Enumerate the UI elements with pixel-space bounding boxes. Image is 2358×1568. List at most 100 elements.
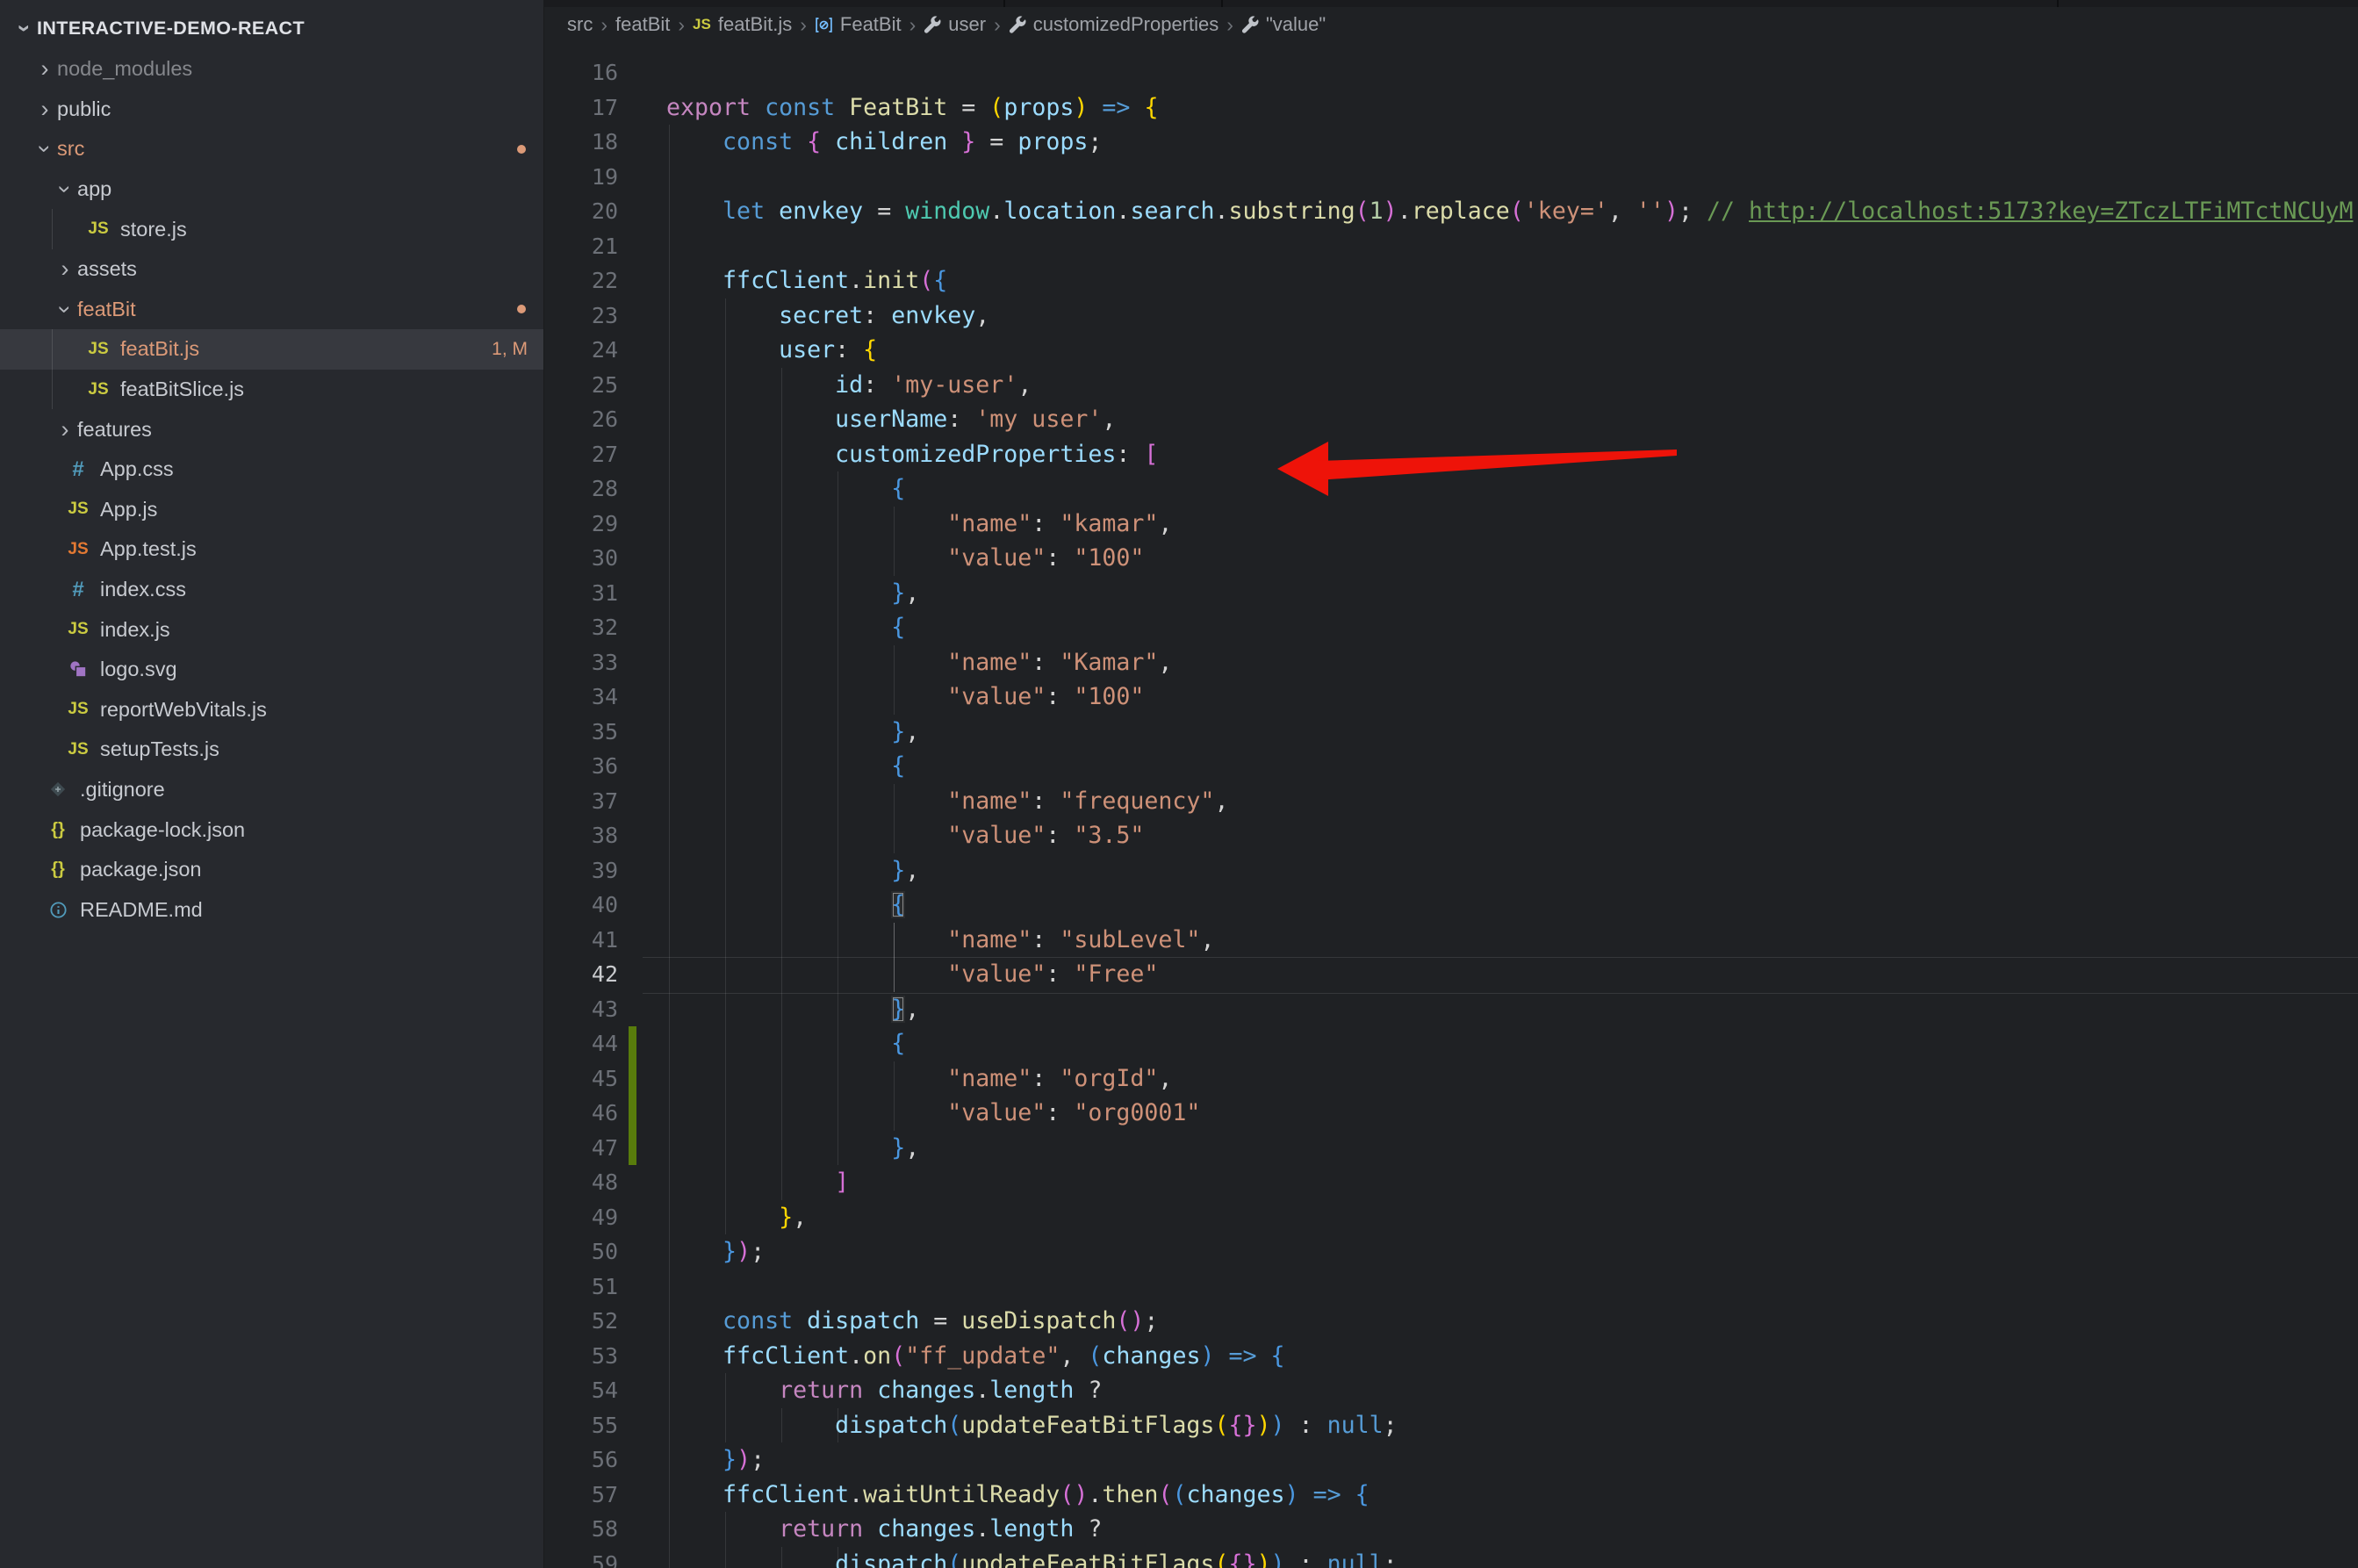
line-number[interactable]: 28 <box>544 471 618 507</box>
line-number[interactable]: 16 <box>544 55 618 90</box>
code-line-43[interactable]: 43 }, <box>544 992 2358 1027</box>
code-line-48[interactable]: 48 ] <box>544 1165 2358 1200</box>
code-line-54[interactable]: 54 return changes.length ? <box>544 1373 2358 1408</box>
line-number[interactable]: 36 <box>544 749 618 784</box>
code-line-28[interactable]: 28 { <box>544 471 2358 507</box>
line-number[interactable]: 49 <box>544 1200 618 1235</box>
line-number[interactable]: 39 <box>544 853 618 888</box>
line-number[interactable]: 37 <box>544 784 618 819</box>
code-line-59[interactable]: 59 dispatch(updateFeatBitFlags({})) : nu… <box>544 1547 2358 1568</box>
code-line-53[interactable]: 53 ffcClient.on("ff_update", (changes) =… <box>544 1339 2358 1374</box>
explorer-item-store.js[interactable]: JSstore.js <box>0 209 543 249</box>
explorer-item-setupTests.js[interactable]: JSsetupTests.js <box>0 730 543 770</box>
code-line-44[interactable]: 44 { <box>544 1026 2358 1061</box>
code-line-26[interactable]: 26 userName: 'my user', <box>544 402 2358 437</box>
line-number[interactable]: 23 <box>544 298 618 334</box>
line-number[interactable]: 45 <box>544 1061 618 1097</box>
code-line-45[interactable]: 45 "name": "orgId", <box>544 1061 2358 1097</box>
code-line-52[interactable]: 52 const dispatch = useDispatch(); <box>544 1304 2358 1339</box>
code-line-21[interactable]: 21 <box>544 229 2358 264</box>
code-line-18[interactable]: 18 const { children } = props; <box>544 125 2358 160</box>
code-line-49[interactable]: 49 }, <box>544 1200 2358 1235</box>
line-number[interactable]: 58 <box>544 1512 618 1547</box>
code-line-39[interactable]: 39 }, <box>544 853 2358 888</box>
code-line-17[interactable]: 17export const FeatBit = (props) => { <box>544 90 2358 126</box>
code-line-23[interactable]: 23 secret: envkey, <box>544 298 2358 334</box>
line-number[interactable]: 27 <box>544 437 618 472</box>
line-number[interactable]: 21 <box>544 229 618 264</box>
code-line-57[interactable]: 57 ffcClient.waitUntilReady().then((chan… <box>544 1478 2358 1513</box>
code-line-58[interactable]: 58 return changes.length ? <box>544 1512 2358 1547</box>
code-line-38[interactable]: 38 "value": "3.5" <box>544 818 2358 853</box>
line-number[interactable]: 56 <box>544 1442 618 1478</box>
code-line-22[interactable]: 22 ffcClient.init({ <box>544 263 2358 298</box>
explorer-item-package.json[interactable]: {}package.json <box>0 850 543 890</box>
line-number[interactable]: 52 <box>544 1304 618 1339</box>
explorer-item-App.js[interactable]: JSApp.js <box>0 490 543 530</box>
code-line-29[interactable]: 29 "name": "kamar", <box>544 507 2358 542</box>
explorer-item-index.css[interactable]: #index.css <box>0 570 543 610</box>
line-number[interactable]: 20 <box>544 194 618 229</box>
code-line-47[interactable]: 47 }, <box>544 1131 2358 1166</box>
breadcrumb-item-user[interactable]: user <box>924 13 986 36</box>
line-number[interactable]: 42 <box>544 957 618 992</box>
code-line-31[interactable]: 31 }, <box>544 576 2358 611</box>
code-line-25[interactable]: 25 id: 'my-user', <box>544 368 2358 403</box>
code-area[interactable]: 1617export const FeatBit = (props) => {1… <box>544 42 2358 1568</box>
explorer-item-App.css[interactable]: #App.css <box>0 450 543 490</box>
line-number[interactable]: 57 <box>544 1478 618 1513</box>
breadcrumb-item-value[interactable]: "value" <box>1241 13 1326 36</box>
explorer-item-featBit.js[interactable]: JSfeatBit.js1, M <box>0 329 543 370</box>
breadcrumb-item-customizedProperties[interactable]: customizedProperties <box>1009 13 1219 36</box>
code-line-16[interactable]: 16 <box>544 55 2358 90</box>
explorer-item-assets[interactable]: ›assets <box>0 249 543 290</box>
line-number[interactable]: 47 <box>544 1131 618 1166</box>
explorer-item-README.md[interactable]: README.md <box>0 889 543 930</box>
line-number[interactable]: 25 <box>544 368 618 403</box>
breadcrumb-item-featBit.js[interactable]: JSfeatBit.js <box>693 13 792 36</box>
code-line-56[interactable]: 56 }); <box>544 1442 2358 1478</box>
line-number[interactable]: 40 <box>544 888 618 923</box>
explorer-item-featBit[interactable]: ›featBit <box>0 290 543 330</box>
code-line-19[interactable]: 19 <box>544 160 2358 195</box>
explorer-item-index.js[interactable]: JSindex.js <box>0 609 543 650</box>
line-number[interactable]: 41 <box>544 923 618 958</box>
line-number[interactable]: 46 <box>544 1096 618 1131</box>
code-line-51[interactable]: 51 <box>544 1270 2358 1305</box>
line-number[interactable]: 50 <box>544 1234 618 1270</box>
line-number[interactable]: 18 <box>544 125 618 160</box>
explorer-item-package-lock.json[interactable]: {}package-lock.json <box>0 809 543 850</box>
code-line-35[interactable]: 35 }, <box>544 715 2358 750</box>
explorer-item-app[interactable]: ›app <box>0 169 543 210</box>
explorer-item-public[interactable]: ›public <box>0 90 543 130</box>
explorer-item-node_modules[interactable]: ›node_modules <box>0 49 543 90</box>
breadcrumb-item-FeatBit[interactable]: FeatBit <box>815 13 902 36</box>
line-number[interactable]: 54 <box>544 1373 618 1408</box>
line-number[interactable]: 22 <box>544 263 618 298</box>
code-line-41[interactable]: 41 "name": "subLevel", <box>544 923 2358 958</box>
line-number[interactable]: 31 <box>544 576 618 611</box>
line-number[interactable]: 44 <box>544 1026 618 1061</box>
code-line-40[interactable]: 40 { <box>544 888 2358 923</box>
line-number[interactable]: 17 <box>544 90 618 126</box>
line-number[interactable]: 38 <box>544 818 618 853</box>
line-number[interactable]: 55 <box>544 1408 618 1443</box>
line-number[interactable]: 24 <box>544 333 618 368</box>
explorer-root-folder[interactable]: › INTERACTIVE-DEMO-REACT <box>0 7 543 49</box>
line-number[interactable]: 48 <box>544 1165 618 1200</box>
code-line-20[interactable]: 20 let envkey = window.location.search.s… <box>544 194 2358 229</box>
line-number[interactable]: 59 <box>544 1547 618 1568</box>
explorer-item-featBitSlice.js[interactable]: JSfeatBitSlice.js <box>0 370 543 410</box>
line-number[interactable]: 33 <box>544 645 618 680</box>
explorer-item-features[interactable]: ›features <box>0 409 543 450</box>
line-number[interactable]: 26 <box>544 402 618 437</box>
code-line-33[interactable]: 33 "name": "Kamar", <box>544 645 2358 680</box>
explorer-item-.gitignore[interactable]: .gitignore <box>0 770 543 810</box>
breadcrumb-item-featBit[interactable]: featBit <box>615 13 670 36</box>
breadcrumb-item-src[interactable]: src <box>567 13 593 36</box>
explorer-item-src[interactable]: ›src <box>0 129 543 169</box>
line-number[interactable]: 32 <box>544 610 618 645</box>
line-number[interactable]: 51 <box>544 1270 618 1305</box>
line-number[interactable]: 34 <box>544 680 618 715</box>
code-line-36[interactable]: 36 { <box>544 749 2358 784</box>
